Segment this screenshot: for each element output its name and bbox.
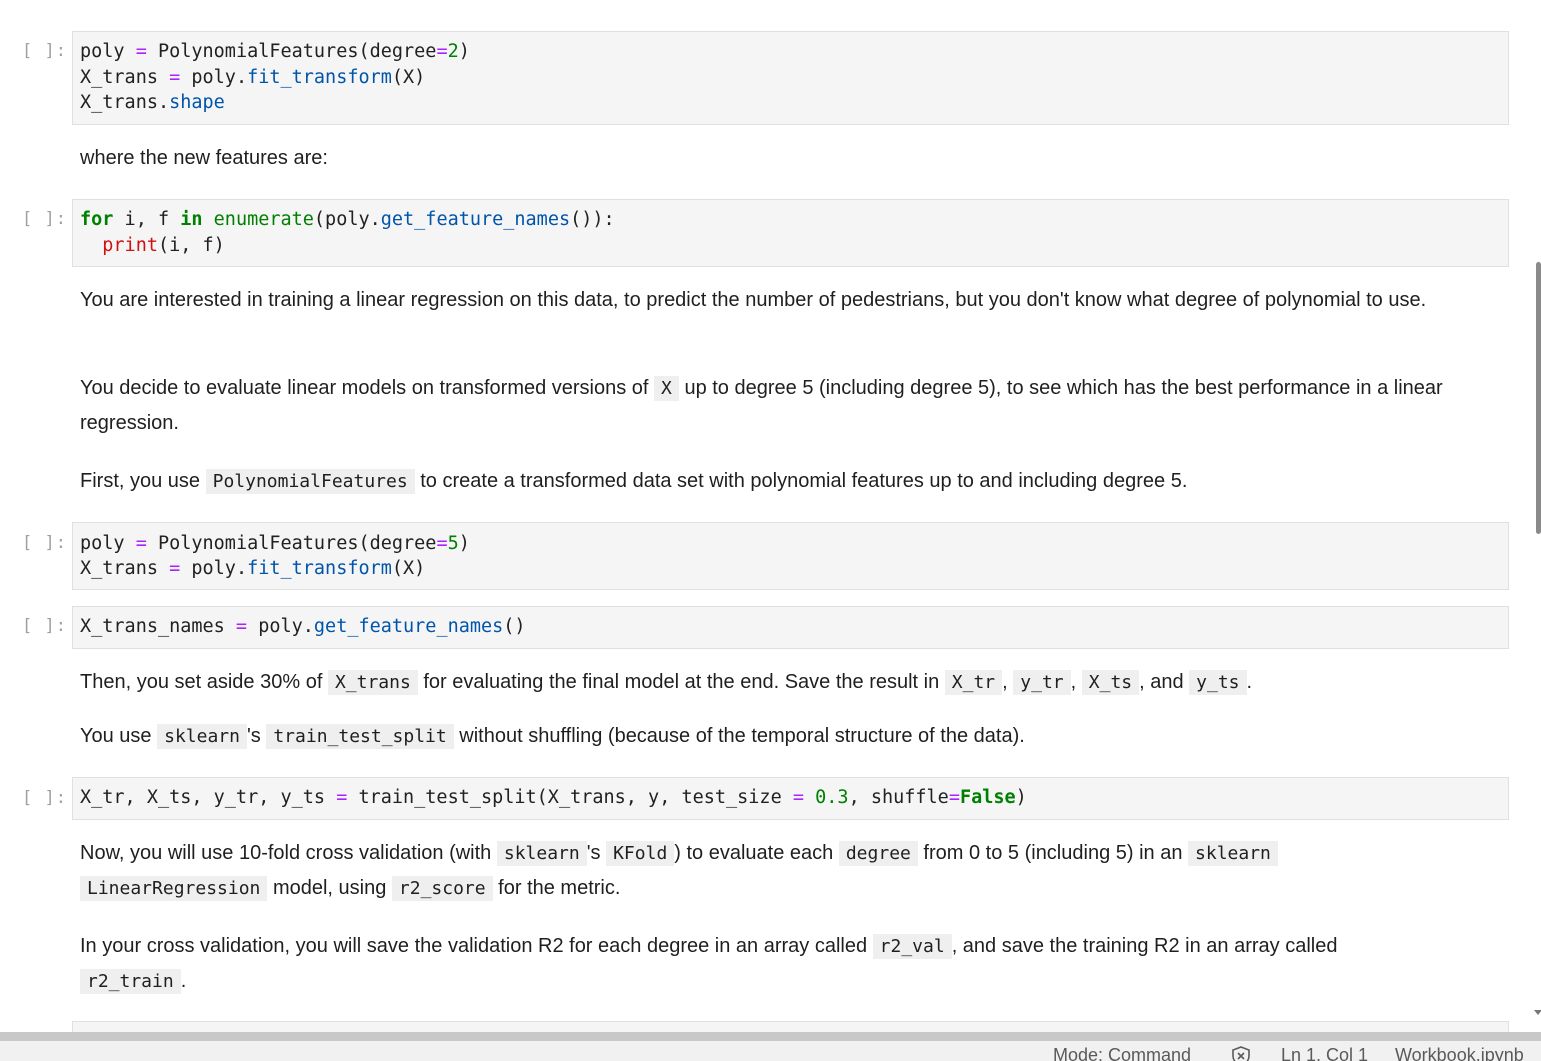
scroll-down-arrow-icon[interactable] xyxy=(1534,1010,1541,1015)
clipped-top-text xyxy=(80,0,1040,4)
cursor-position[interactable]: Ln 1, Col 1 xyxy=(1281,1045,1368,1061)
inline-code: r2_train xyxy=(80,969,181,994)
inline-code: X_tr xyxy=(944,670,1003,695)
inline-code: degree xyxy=(838,841,918,866)
markdown-cell: Now, you will use 10-fold cross validati… xyxy=(80,836,1380,906)
file-name[interactable]: Workbook.ipynb xyxy=(1395,1045,1524,1061)
code-cell-4[interactable]: X_trans_names = poly.get_feature_names() xyxy=(72,606,1509,649)
markdown-cell: First, you use PolynomialFeatures to cre… xyxy=(80,469,1188,494)
code-line: X_trans = poly.fit_transform(X) xyxy=(80,67,426,88)
inline-code: y_ts xyxy=(1189,670,1247,695)
inline-code: sklearn xyxy=(1188,841,1278,866)
cell-prompt: [ ]: xyxy=(22,616,67,636)
inline-code: r2_val xyxy=(872,934,952,959)
inline-code: y_tr xyxy=(1013,670,1071,695)
code-cell-1[interactable]: poly = PolynomialFeatures(degree=2) X_tr… xyxy=(72,31,1509,125)
cell-prompt: [ ]: xyxy=(22,41,67,61)
inline-code: X xyxy=(654,376,679,401)
code-line: X_trans = poly.fit_transform(X) xyxy=(80,558,426,579)
code-cell-2[interactable]: for i, f in enumerate(poly.get_feature_n… xyxy=(72,199,1509,267)
mode-indicator[interactable]: Mode: Command xyxy=(1053,1045,1191,1061)
markdown-cell: In your cross validation, you will save … xyxy=(80,934,1338,994)
inline-code: KFold xyxy=(606,841,675,866)
code-line: X_tr, X_ts, y_tr, y_ts = train_test_spli… xyxy=(80,787,1027,808)
markdown-cell: Then, you set aside 30% of X_trans for e… xyxy=(80,670,1253,695)
inline-code: r2_score xyxy=(391,876,493,901)
inline-code: LinearRegression xyxy=(80,876,268,901)
status-bar: Mode: Command Ln 1, Col 1 Workbook.ipynb xyxy=(0,1041,1541,1061)
code-line: poly = PolynomialFeatures(degree=5) xyxy=(80,533,470,554)
kernel-status-icon[interactable] xyxy=(1230,1045,1252,1061)
inline-code: sklearn xyxy=(496,841,587,866)
inline-code: PolynomialFeatures xyxy=(205,469,415,494)
horizontal-scrollbar[interactable] xyxy=(0,1032,1541,1041)
code-line: poly = PolynomialFeatures(degree=2) xyxy=(80,41,470,62)
code-line: X_trans_names = poly.get_feature_names() xyxy=(80,616,526,637)
inline-code: X_ts xyxy=(1081,670,1140,695)
markdown-cell: where the new features are: xyxy=(80,147,328,169)
cell-prompt: [ ]: xyxy=(22,533,67,553)
markdown-cell: You are interested in training a linear … xyxy=(80,289,1427,311)
markdown-cell: You use sklearn's train_test_split witho… xyxy=(80,724,1025,749)
markdown-cell: You decide to evaluate linear models on … xyxy=(80,376,1443,434)
code-cell-5[interactable]: X_tr, X_ts, y_tr, y_ts = train_test_spli… xyxy=(72,777,1509,820)
code-line: print(i, f) xyxy=(102,235,225,256)
code-line: X_trans.shape xyxy=(80,92,225,113)
code-cell-3[interactable]: poly = PolynomialFeatures(degree=5) X_tr… xyxy=(72,522,1509,590)
inline-code: X_trans xyxy=(327,670,418,695)
cell-prompt: [ ]: xyxy=(22,788,67,808)
inline-code: train_test_split xyxy=(266,724,454,749)
code-line: for i, f in enumerate(poly.get_feature_n… xyxy=(80,209,615,230)
vertical-scrollbar[interactable] xyxy=(1536,262,1541,534)
inline-code: sklearn xyxy=(157,724,247,749)
cell-prompt: [ ]: xyxy=(22,209,67,229)
notebook: [ ]: poly = PolynomialFeatures(degree=2)… xyxy=(0,0,1541,1061)
